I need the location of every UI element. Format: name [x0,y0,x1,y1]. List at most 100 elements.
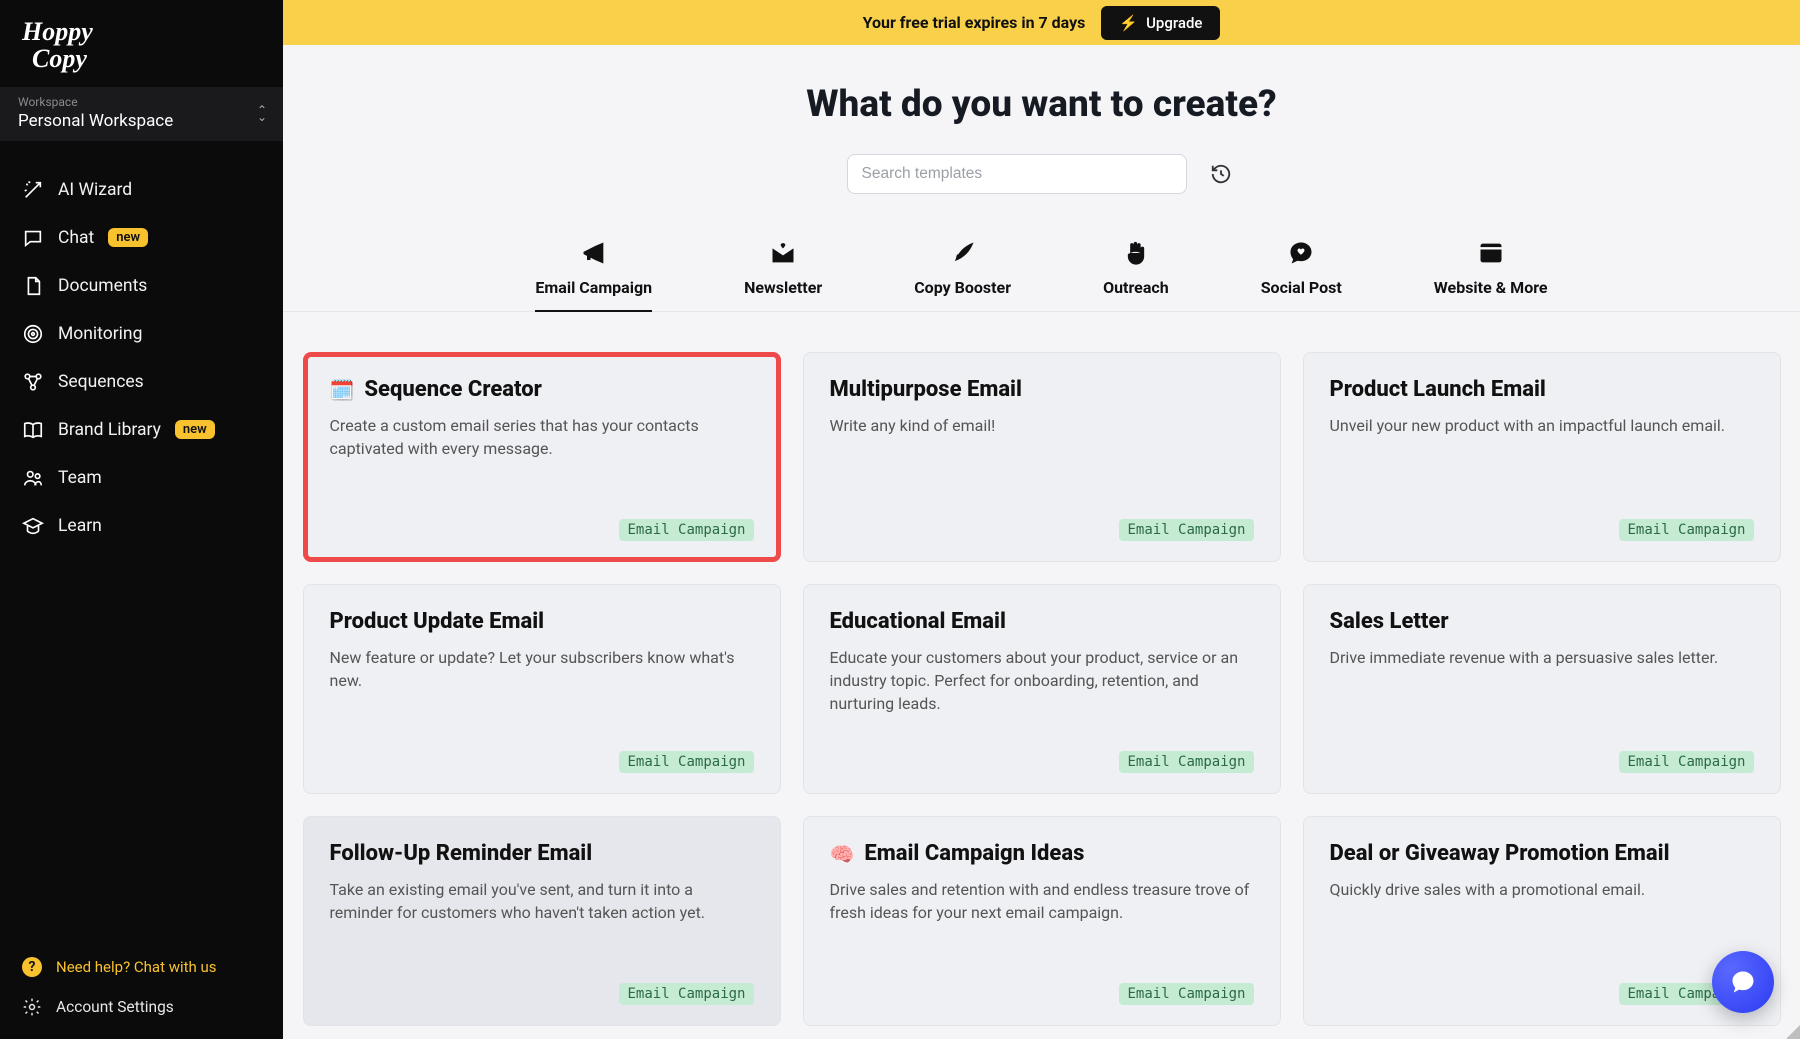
card-title: Follow-Up Reminder Email [330,841,593,866]
sidebar-item-ai-wizard[interactable]: AI Wizard [8,169,275,211]
target-icon [22,323,44,345]
search-row [283,154,1800,194]
card-title: Sequence Creator [364,377,541,402]
help-chat-link[interactable]: ? Need help? Chat with us [8,949,275,985]
card-title: Sales Letter [1330,609,1449,634]
card-tag: Email Campaign [619,751,753,773]
card-tag: Email Campaign [1619,751,1753,773]
bolt-icon: ⚡ [1119,14,1138,32]
speech-heart-icon [1286,238,1316,268]
nav-label: Monitoring [58,324,142,344]
envelope-heart-icon [768,238,798,268]
graduation-icon [22,515,44,537]
card-desc: Drive sales and retention with and endle… [830,878,1254,924]
tab-copy-booster[interactable]: Copy Booster [914,238,1011,311]
card-desc: Quickly drive sales with a promotional e… [1330,878,1754,901]
card-desc: Drive immediate revenue with a persuasiv… [1330,646,1754,669]
sidebar-item-brand-library[interactable]: Brand Library new [8,409,275,451]
account-settings-link[interactable]: Account Settings [8,989,275,1025]
browser-icon [1476,238,1506,268]
card-tag: Email Campaign [1619,519,1753,541]
content-scroll: What do you want to create? Email Campai… [283,45,1800,1039]
card-sequence-creator[interactable]: 🗓️ Sequence Creator Create a custom email… [303,352,781,562]
page-title: What do you want to create? [283,83,1800,126]
workspace-name: Personal Workspace [18,111,265,131]
card-title: Educational Email [830,609,1006,634]
hand-icon [1121,238,1151,268]
trial-text: Your free trial expires in 7 days [863,13,1086,32]
workspace-label: Workspace [18,95,265,109]
nav-label: Brand Library [58,420,161,440]
book-icon [22,419,44,441]
card-desc: Create a custom email series that has yo… [330,414,754,460]
tab-label: Newsletter [744,278,822,297]
brain-icon: 🧠 [830,844,855,864]
card-desc: New feature or update? Let your subscrib… [330,646,754,692]
card-title: Product Launch Email [1330,377,1546,402]
card-desc: Write any kind of email! [830,414,1254,437]
search-input[interactable] [847,154,1187,194]
tab-website-more[interactable]: Website & More [1434,238,1548,311]
card-product-update-email[interactable]: Product Update Email New feature or upda… [303,584,781,794]
chat-bubble-icon [1729,968,1757,996]
card-title: Email Campaign Ideas [864,841,1084,866]
sidebar-item-sequences[interactable]: Sequences [8,361,275,403]
tab-outreach[interactable]: Outreach [1103,238,1169,311]
help-label: Need help? Chat with us [56,958,217,976]
card-sales-letter[interactable]: Sales Letter Drive immediate revenue wit… [1303,584,1781,794]
card-desc: Educate your customers about your produc… [830,646,1254,716]
upgrade-button[interactable]: ⚡ Upgrade [1101,6,1220,40]
card-tag: Email Campaign [1119,983,1253,1005]
gear-icon [22,997,42,1017]
sidebar: HoppyCopy Workspace Personal Workspace ⌃… [0,0,283,1039]
tab-label: Social Post [1261,278,1342,297]
nav-label: Team [58,468,102,488]
card-title: Product Update Email [330,609,545,634]
card-title: Multipurpose Email [830,377,1022,402]
nav-label: Sequences [58,372,144,392]
sidebar-item-chat[interactable]: Chat new [8,217,275,259]
category-tabs: Email Campaign Newsletter Copy Booster O… [283,238,1800,312]
sidebar-item-documents[interactable]: Documents [8,265,275,307]
chat-icon [22,227,44,249]
sidebar-item-learn[interactable]: Learn [8,505,275,547]
new-badge: new [175,420,215,439]
card-tag: Email Campaign [1119,519,1253,541]
rocket-icon [948,238,978,268]
resize-handle-icon [1786,1025,1800,1039]
card-title: Deal or Giveaway Promotion Email [1330,841,1670,866]
card-educational-email[interactable]: Educational Email Educate your customers… [803,584,1281,794]
history-icon [1210,163,1232,185]
wand-icon [22,179,44,201]
card-product-launch-email[interactable]: Product Launch Email Unveil your new pro… [1303,352,1781,562]
sidebar-footer: ? Need help? Chat with us Account Settin… [0,941,283,1039]
card-multipurpose-email[interactable]: Multipurpose Email Write any kind of ema… [803,352,1281,562]
calendar-icon: 🗓️ [330,380,355,400]
card-desc: Take an existing email you've sent, and … [330,878,754,924]
nodes-icon [22,371,44,393]
chat-widget-button[interactable] [1712,951,1774,1013]
upgrade-label: Upgrade [1146,14,1202,32]
tab-newsletter[interactable]: Newsletter [744,238,822,311]
card-deal-giveaway-promotion-email[interactable]: Deal or Giveaway Promotion Email Quickly… [1303,816,1781,1026]
card-follow-up-reminder-email[interactable]: Follow-Up Reminder Email Take an existin… [303,816,781,1026]
trial-banner: Your free trial expires in 7 days ⚡ Upgr… [283,0,1800,45]
new-badge: new [108,228,148,247]
nav-label: Chat [58,228,94,248]
tab-email-campaign[interactable]: Email Campaign [535,238,652,311]
workspace-selector[interactable]: Workspace Personal Workspace ⌃⌄ [0,87,283,141]
card-email-campaign-ideas[interactable]: 🧠 Email Campaign Ideas Drive sales and re… [803,816,1281,1026]
card-desc: Unveil your new product with an impactfu… [1330,414,1754,437]
card-tag: Email Campaign [619,519,753,541]
settings-label: Account Settings [56,998,174,1016]
sidebar-item-team[interactable]: Team [8,457,275,499]
sidebar-nav: AI Wizard Chat new Documents Monitoring … [0,141,283,575]
sidebar-item-monitoring[interactable]: Monitoring [8,313,275,355]
help-icon: ? [22,957,42,977]
nav-label: AI Wizard [58,180,132,200]
tab-social-post[interactable]: Social Post [1261,238,1342,311]
nav-label: Learn [58,516,102,536]
document-icon [22,275,44,297]
history-button[interactable] [1205,158,1237,190]
main-area: Your free trial expires in 7 days ⚡ Upgr… [283,0,1800,1039]
